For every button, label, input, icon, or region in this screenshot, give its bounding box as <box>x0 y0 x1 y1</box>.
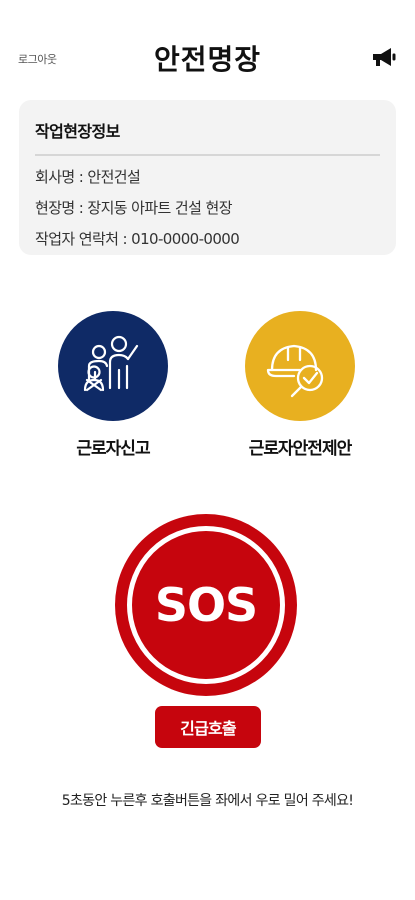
megaphone-icon[interactable] <box>371 46 397 68</box>
sos-instruction: 5초동안 누른후 호출버튼을 좌에서 우로 밀어 주세요! <box>61 793 354 809</box>
app-screen: 로그아웃 안전명장 작업현장정보 회사명 : 안전건설 현장명 : 장지동 아파… <box>0 0 415 900</box>
worker-safety-proposal-label: 근로자안전제안 <box>248 439 352 459</box>
company-name: 회사명 : 안전건설 <box>35 168 141 186</box>
info-card-title: 작업현장정보 <box>35 118 380 156</box>
work-site-info-card: 작업현장정보 회사명 : 안전건설 현장명 : 장지동 아파트 건설 현장 작업… <box>19 100 396 255</box>
worker-safety-proposal-circle[interactable] <box>245 311 355 421</box>
sos-ring[interactable]: SOS <box>127 526 285 684</box>
worker-safety-proposal-button[interactable]: 근로자안전제안 <box>220 311 380 459</box>
worker-report-label: 근로자신고 <box>76 439 150 459</box>
emergency-call-button[interactable]: 긴급호출 <box>155 706 261 748</box>
app-title: 안전명장 <box>153 43 262 76</box>
worker-report-circle[interactable] <box>58 311 168 421</box>
worker-contact: 작업자 연락처 : 010-0000-0000 <box>35 230 240 248</box>
hardhat-checkmark-icon <box>266 344 324 398</box>
sos-label: SOS <box>154 578 258 632</box>
workers-raising-hand-icon <box>83 335 139 392</box>
sos-button[interactable]: SOS <box>115 514 297 696</box>
site-name: 현장명 : 장지동 아파트 건설 현장 <box>35 199 233 217</box>
worker-report-button[interactable]: 근로자신고 <box>33 311 193 459</box>
